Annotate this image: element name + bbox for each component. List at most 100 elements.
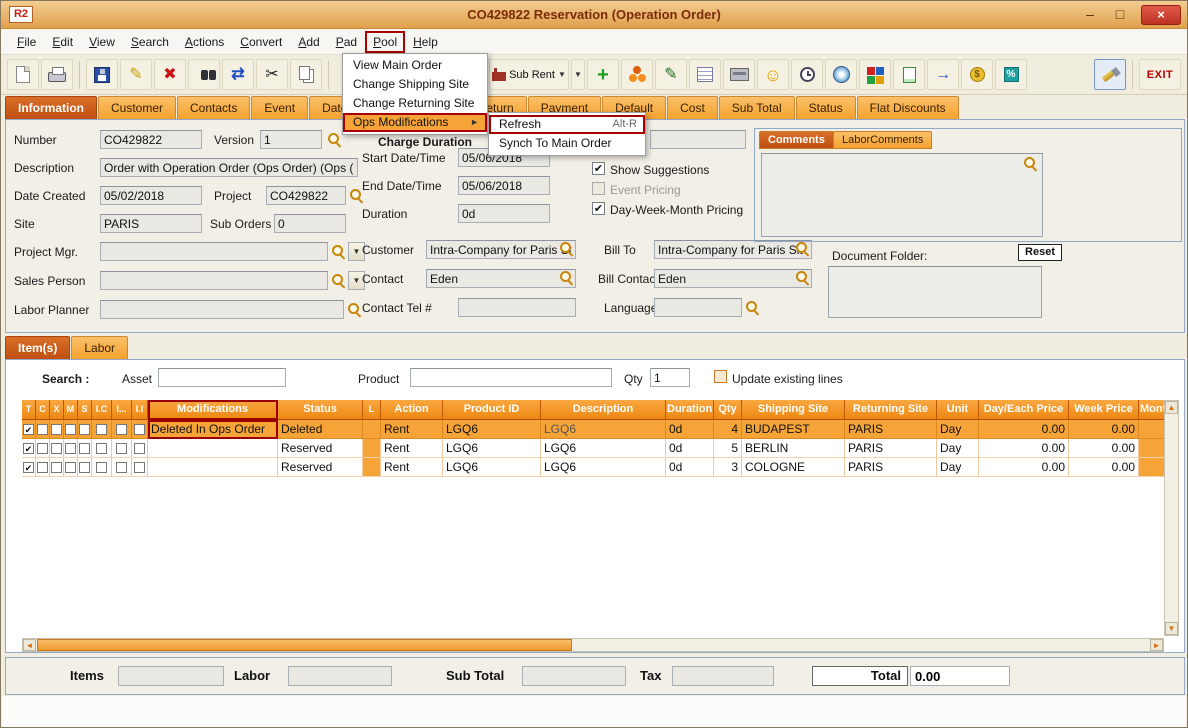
cell-duration[interactable]: 0d — [666, 420, 714, 439]
menu-pad[interactable]: Pad — [328, 31, 365, 53]
contact-lookup-icon[interactable] — [560, 271, 574, 285]
cell-day-each-price[interactable]: 0.00 — [979, 420, 1069, 439]
menu-item-change-returning-site[interactable]: Change Returning Site — [343, 94, 487, 113]
row-checkbox[interactable] — [51, 443, 62, 454]
unlabeled-field[interactable] — [650, 130, 746, 149]
row-checkbox[interactable] — [116, 424, 127, 435]
menu-item-refresh[interactable]: Refresh Alt-R — [489, 115, 645, 134]
customer-field[interactable] — [426, 240, 576, 259]
cell-duration[interactable]: 0d — [666, 458, 714, 477]
col-header-description[interactable]: Description — [541, 400, 666, 420]
group-button[interactable] — [621, 59, 653, 90]
row-checkbox[interactable] — [79, 424, 90, 435]
add-item-button[interactable]: + — [587, 59, 619, 90]
version-lookup-icon[interactable] — [328, 133, 342, 147]
cell-unit[interactable]: Day — [937, 439, 979, 458]
menu-item-synch-to-main-order[interactable]: Synch To Main Order — [489, 134, 645, 153]
asset-search-input[interactable] — [158, 368, 286, 387]
col-header-x[interactable]: X — [50, 400, 64, 420]
exit-button[interactable]: EXIT — [1139, 59, 1181, 90]
row-checkbox[interactable] — [116, 443, 127, 454]
cell-returning-site[interactable]: PARIS — [845, 458, 937, 477]
scrollbar-thumb[interactable] — [37, 639, 572, 651]
contact-tel-field[interactable] — [458, 298, 576, 317]
cell-week-price[interactable]: 0.00 — [1069, 458, 1139, 477]
col-header-m[interactable]: M — [64, 400, 78, 420]
language-lookup-icon[interactable] — [746, 301, 760, 315]
menu-add[interactable]: Add — [290, 31, 327, 53]
menu-view[interactable]: View — [81, 31, 123, 53]
cell-action[interactable]: Rent — [381, 420, 443, 439]
row-checkbox[interactable] — [96, 424, 107, 435]
col-header-day-each-price[interactable]: Day/Each Price — [979, 400, 1069, 420]
cell-month-price[interactable] — [1139, 458, 1164, 477]
col-header-t[interactable]: T — [22, 400, 36, 420]
cell-l[interactable] — [363, 458, 381, 477]
cell-product-id[interactable]: LGQ6 — [443, 439, 541, 458]
cell-month-price[interactable] — [1139, 439, 1164, 458]
cell-action[interactable]: Rent — [381, 458, 443, 477]
cell-month-price[interactable] — [1139, 420, 1164, 439]
tax-field[interactable] — [672, 666, 774, 686]
menu-item-change-shipping-site[interactable]: Change Shipping Site — [343, 75, 487, 94]
show-suggestions-checkbox[interactable]: ✔ — [592, 162, 605, 175]
col-header-i2[interactable]: I.I — [132, 400, 148, 420]
version-field[interactable] — [260, 130, 322, 149]
row-checkbox[interactable] — [65, 443, 76, 454]
items-total-field[interactable] — [118, 666, 224, 686]
notepad-button[interactable] — [893, 59, 925, 90]
comments-lookup-icon[interactable] — [1024, 157, 1038, 171]
note-button[interactable]: ✎ — [655, 59, 687, 90]
update-existing-lines-checkbox[interactable] — [714, 370, 727, 383]
cell-duration[interactable]: 0d — [666, 439, 714, 458]
col-header-unit[interactable]: Unit — [937, 400, 979, 420]
pad-button[interactable] — [689, 59, 721, 90]
horizontal-scrollbar[interactable]: ◄ ► — [22, 638, 1164, 652]
scroll-up-button[interactable]: ▲ — [1165, 401, 1178, 414]
tab-contacts[interactable]: Contacts — [177, 96, 250, 119]
cell-returning-site[interactable]: PARIS — [845, 420, 937, 439]
cell-returning-site[interactable]: PARIS — [845, 439, 937, 458]
menu-convert[interactable]: Convert — [232, 31, 290, 53]
menu-search[interactable]: Search — [123, 31, 177, 53]
sub-orders-field[interactable] — [274, 214, 346, 233]
product-search-input[interactable] — [410, 368, 612, 387]
row-checkbox[interactable] — [65, 424, 76, 435]
row-checkbox[interactable] — [79, 462, 90, 473]
cell-modifications[interactable] — [148, 439, 278, 458]
bill-to-lookup-icon[interactable] — [796, 242, 810, 256]
col-header-s[interactable]: S — [78, 400, 92, 420]
tab-labor[interactable]: Labor — [71, 336, 128, 359]
menu-actions[interactable]: Actions — [177, 31, 232, 53]
total-value-field[interactable] — [910, 666, 1010, 686]
row-checkbox[interactable] — [96, 443, 107, 454]
bill-to-field[interactable] — [654, 240, 812, 259]
cell-shipping-site[interactable]: COLOGNE — [742, 458, 845, 477]
day-week-month-pricing-checkbox[interactable]: ✔ — [592, 202, 605, 215]
row-checkbox[interactable] — [134, 424, 145, 435]
bill-contact-field[interactable] — [654, 269, 812, 288]
col-header-returning-site[interactable]: Returning Site — [845, 400, 937, 420]
cell-status[interactable]: Reserved — [278, 458, 363, 477]
minimize-button[interactable]: – — [1077, 5, 1103, 25]
row-checkbox[interactable] — [65, 462, 76, 473]
cell-shipping-site[interactable]: BERLIN — [742, 439, 845, 458]
col-header-product-id[interactable]: Product ID — [443, 400, 541, 420]
labor-total-field[interactable] — [288, 666, 392, 686]
bill-contact-lookup-icon[interactable] — [796, 271, 810, 285]
disc-button[interactable] — [825, 59, 857, 90]
copy-button[interactable] — [290, 59, 322, 90]
tab-comments[interactable]: Comments — [759, 131, 834, 149]
feedback-button[interactable]: ☺ — [757, 59, 789, 90]
table-row[interactable]: ✔ Deleted In Ops Order Deleted Rent LGQ6… — [22, 420, 1164, 439]
col-header-action[interactable]: Action — [381, 400, 443, 420]
sub-rent-dropdown-button[interactable]: ▼ — [571, 59, 585, 90]
tab-event[interactable]: Event — [251, 96, 308, 119]
row-checkbox[interactable] — [134, 443, 145, 454]
cell-unit[interactable]: Day — [937, 458, 979, 477]
maximize-button[interactable]: □ — [1107, 5, 1133, 25]
tab-cost[interactable]: Cost — [667, 96, 718, 119]
cell-action[interactable]: Rent — [381, 439, 443, 458]
tab-information[interactable]: Information — [5, 96, 97, 119]
cell-description[interactable]: LGQ6 — [541, 458, 666, 477]
